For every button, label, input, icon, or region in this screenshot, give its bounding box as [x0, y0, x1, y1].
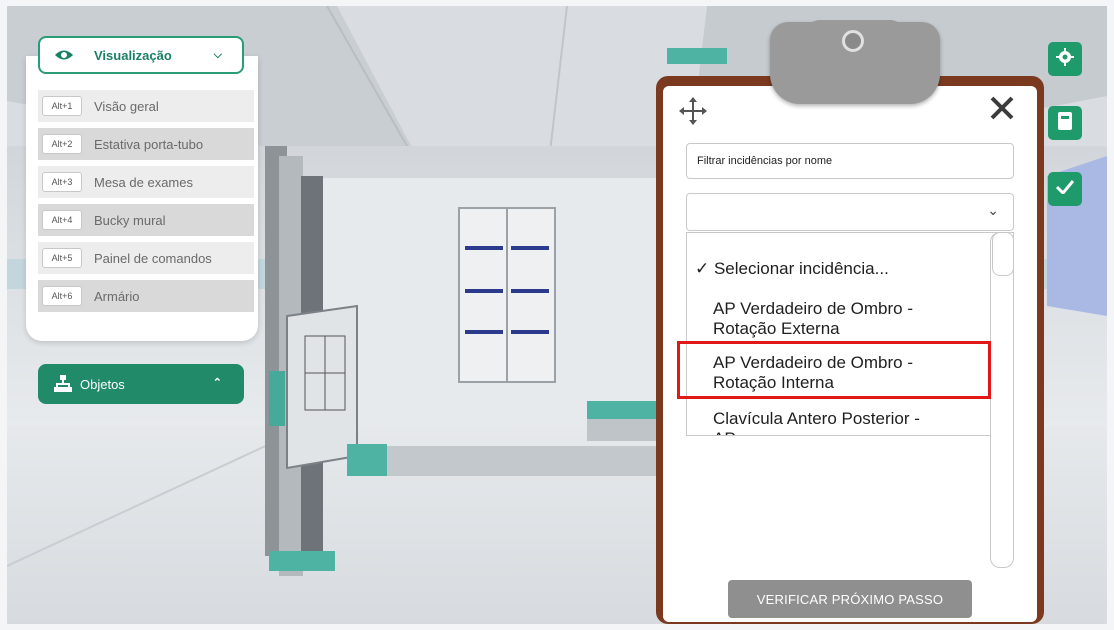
scrollbar-thumb[interactable] — [992, 232, 1014, 276]
check-icon — [1055, 179, 1075, 199]
clamp-hole — [842, 30, 864, 52]
option-label: AP Verdadeiro de Ombro - — [713, 299, 914, 318]
chevron-down-icon: ⌵ — [213, 49, 222, 61]
menu-item-label: Visão geral — [94, 98, 159, 114]
objects-button-label: Objetos — [80, 376, 125, 392]
view-menu-item-control-panel[interactable]: Alt+5 Painel de comandos — [38, 242, 254, 274]
shortcut-key: Alt+3 — [42, 172, 82, 192]
view-menu-item-exam-table[interactable]: Alt+3 Mesa de exames — [38, 166, 254, 198]
chevron-up-icon: ⌃ — [212, 377, 222, 389]
gear-icon — [1056, 47, 1074, 71]
shortcut-key: Alt+4 — [42, 210, 82, 230]
settings-button[interactable] — [1048, 42, 1082, 76]
list-scrollbar[interactable] — [990, 232, 1014, 568]
incidence-dropdown[interactable]: ⌄ — [686, 193, 1014, 231]
chevron-down-icon: ⌄ — [987, 202, 999, 218]
view-menu-toggle[interactable]: Visualização ⌵ — [38, 36, 244, 74]
view-menu-item-bucky[interactable]: Alt+4 Bucky mural — [38, 204, 254, 236]
view-menu-item-overview[interactable]: Alt+1 Visão geral — [38, 90, 254, 122]
notepad-icon — [1058, 111, 1072, 135]
notes-button[interactable] — [1048, 106, 1082, 140]
shortcut-key: Alt+1 — [42, 96, 82, 116]
option-label: ✓ Selecionar incidência... — [695, 259, 889, 278]
shortcut-key: Alt+6 — [42, 286, 82, 306]
option-label: Clavícula Antero Posterior - — [713, 409, 920, 428]
list-item-ap-external[interactable]: AP Verdadeiro de Ombro - Rotação Externa — [713, 299, 913, 339]
view-menu-item-cabinet[interactable]: Alt+6 Armário — [38, 280, 254, 312]
close-icon[interactable] — [988, 94, 1016, 127]
clipboard-clamp — [770, 20, 940, 104]
menu-item-label: Estativa porta-tubo — [94, 136, 204, 152]
list-item-select-placeholder[interactable]: ✓ Selecionar incidência... — [695, 259, 889, 279]
shortcut-key: Alt+5 — [42, 248, 82, 268]
menu-item-label: Armário — [94, 288, 140, 304]
menu-item-label: Bucky mural — [94, 212, 166, 228]
objects-toggle-button[interactable]: Objetos ⌃ — [38, 364, 244, 404]
confirm-button[interactable] — [1048, 172, 1082, 206]
verify-next-step-button[interactable]: VERIFICAR PRÓXIMO PASSO — [728, 580, 972, 618]
view-menu-item-tube-stand[interactable]: Alt+2 Estativa porta-tubo — [38, 128, 254, 160]
menu-item-label: Mesa de exames — [94, 174, 193, 190]
incidence-options-list[interactable]: ✓ Selecionar incidência... AP Verdadeiro… — [686, 232, 1014, 436]
hierarchy-icon — [54, 375, 72, 398]
list-item-clavicle[interactable]: Clavícula Antero Posterior - AP — [713, 409, 920, 435]
move-icon[interactable] — [678, 96, 708, 131]
option-label-line2: Rotação Externa — [713, 319, 840, 338]
selection-highlight-box — [677, 341, 991, 399]
view-menu-title: Visualização — [94, 47, 172, 63]
option-label-line2: AP — [713, 429, 920, 435]
filter-incidences-input[interactable] — [686, 143, 1014, 179]
shortcut-key: Alt+2 — [42, 134, 82, 154]
eye-icon — [54, 48, 74, 67]
menu-item-label: Painel de comandos — [94, 250, 212, 266]
